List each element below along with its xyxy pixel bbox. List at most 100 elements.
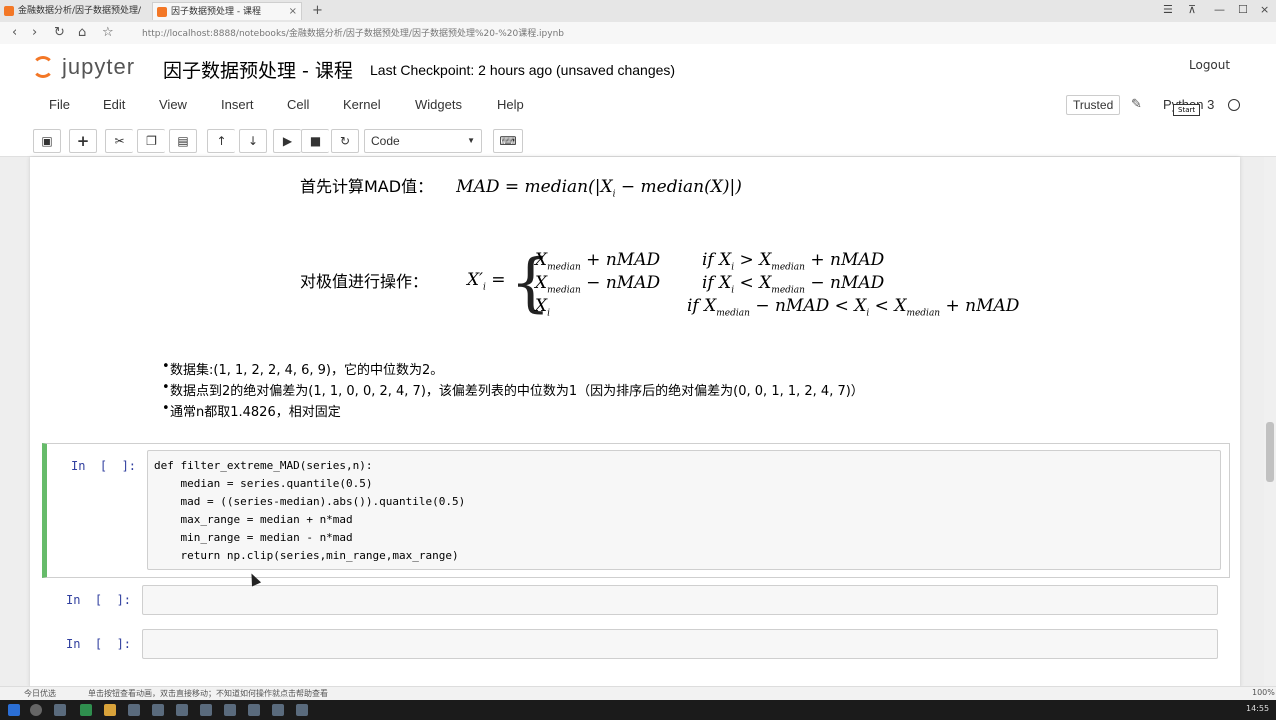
menu-insert[interactable]: Insert (221, 97, 254, 112)
code-editor[interactable] (142, 629, 1218, 659)
browser-icon[interactable] (80, 704, 92, 716)
browser-tab-bar: 金融数据分析/因子数据预处理/ 因子数据预处理 - 课程 × + ☰ ⊼ — ☐… (0, 0, 1276, 23)
restart-icon: ↻ (339, 134, 351, 148)
code-editor[interactable] (142, 585, 1218, 615)
code-cell[interactable]: In [ ]: (42, 584, 1224, 620)
menu-help[interactable]: Help (497, 97, 524, 112)
bullet-item: 数据集:(1, 1, 2, 2, 4, 6, 9)，它的中位数为2。 (162, 359, 443, 378)
home-icon[interactable]: ⌂ (78, 25, 86, 40)
cell-type-value: Code (371, 134, 400, 148)
jupyter-header: jupyter 因子数据预处理 - 课程 Last Checkpoint: 2 … (0, 44, 1276, 92)
start-badge[interactable]: Start (1173, 104, 1201, 116)
case-3-expr: Xi (535, 296, 550, 319)
browser-tab-1[interactable]: 金融数据分析/因子数据预处理/ (0, 2, 150, 20)
maximize-icon[interactable]: ☐ (1238, 3, 1248, 16)
status-left[interactable]: 今日优选 (24, 688, 56, 699)
lhs-formula: X′i = (467, 270, 506, 293)
case-3-condition: if Xmedian − nMAD < Xi < Xmedian + nMAD (687, 296, 1020, 319)
cell-type-select[interactable]: Code ▼ (364, 129, 482, 153)
menu-cell[interactable]: Cell (287, 97, 309, 112)
pin-icon[interactable]: ⊼ (1188, 3, 1196, 16)
scrollbar-thumb[interactable] (1266, 422, 1274, 482)
page-scrollbar[interactable] (1264, 157, 1276, 687)
jupyter-favicon-icon (4, 6, 14, 16)
app-icon[interactable] (128, 704, 140, 716)
add-cell-button[interactable]: + (69, 129, 97, 153)
app-icon[interactable] (272, 704, 284, 716)
restart-button[interactable]: ↻ (331, 129, 359, 153)
bullet-item: 通常n都取1.4826，相对固定 (162, 401, 341, 420)
app-icon[interactable] (152, 704, 164, 716)
back-icon[interactable]: ‹ (12, 25, 17, 40)
add-cell-icon: + (76, 132, 90, 150)
stop-icon: ■ (309, 134, 322, 148)
case-2-condition: if Xi < Xmedian − nMAD (702, 273, 885, 296)
url-field[interactable]: http://localhost:8888/notebooks/金融数据分析/因… (142, 26, 564, 39)
app-icon[interactable] (296, 704, 308, 716)
run-button[interactable]: ▶ (273, 129, 301, 153)
menu-view[interactable]: View (159, 97, 187, 112)
tab-label: 因子数据预处理 - 课程 (171, 7, 261, 17)
mad-line: 首先计算MAD值： MAD = median(|Xi − median(X)|) (300, 173, 742, 199)
paste-button[interactable]: ▤ (169, 129, 197, 153)
code-line: max_range = median + n*mad (154, 513, 353, 526)
clock[interactable]: 14:55 (1246, 704, 1269, 713)
case-1-expr: Xmedian + nMAD (535, 250, 661, 273)
menu-widgets[interactable]: Widgets (415, 97, 462, 112)
start-menu-icon[interactable] (8, 704, 20, 716)
minimize-icon[interactable]: — (1214, 3, 1225, 16)
code-line: def filter_extreme_MAD(series,n): (154, 459, 373, 472)
save-button[interactable]: ▣ (33, 129, 61, 153)
menubar: File Edit View Insert Cell Kernel Widget… (0, 92, 1276, 120)
code-line: median = series.quantile(0.5) (154, 477, 373, 490)
run-icon: ▶ (282, 134, 293, 148)
new-tab-button[interactable]: + (312, 2, 323, 20)
cut-button[interactable]: ✂ (105, 129, 133, 153)
close-window-icon[interactable]: × (1260, 3, 1269, 16)
task-view-icon[interactable] (54, 704, 66, 716)
bookmark-star-icon[interactable]: ☆ (102, 25, 114, 40)
tab-label: 金融数据分析/因子数据预处理/ (18, 6, 142, 16)
extreme-label: 对极值进行操作： (300, 272, 429, 291)
menu-kernel[interactable]: Kernel (343, 97, 381, 112)
app-icon[interactable] (200, 704, 212, 716)
code-cell[interactable]: In [ ]: (42, 628, 1224, 664)
checkpoint-status: Last Checkpoint: 2 hours ago (unsaved ch… (370, 62, 676, 78)
app-icon[interactable] (248, 704, 260, 716)
mad-formula: MAD = median(|Xi − median(X)|) (456, 177, 742, 200)
code-line: mad = ((series-median).abs()).quantile(0… (154, 495, 466, 508)
cell-prompt: In [ ]: (66, 593, 132, 607)
notebook-title[interactable]: 因子数据预处理 - 课程 (163, 56, 353, 83)
command-palette-button[interactable]: ⌨ (493, 129, 523, 153)
folder-icon[interactable] (104, 704, 116, 716)
code-line: return np.clip(series,min_range,max_rang… (154, 549, 459, 562)
move-up-button[interactable]: ↑ (207, 129, 235, 153)
cell-prompt: In [ ]: (71, 459, 137, 473)
interrupt-button[interactable]: ■ (301, 129, 329, 153)
browser-tab-2[interactable]: 因子数据预处理 - 课程 × (152, 2, 302, 20)
app-icon[interactable] (224, 704, 236, 716)
code-line: min_range = median - n*mad (154, 531, 353, 544)
refresh-icon[interactable]: ↻ (54, 25, 65, 40)
copy-button[interactable]: ❐ (137, 129, 165, 153)
zoom-level[interactable]: 100% (1252, 688, 1275, 697)
move-down-button[interactable]: ↓ (239, 129, 267, 153)
address-bar: ‹ › ↻ ⌂ ☆ http://localhost:8888/notebook… (0, 22, 1276, 44)
menu-icon[interactable]: ☰ (1163, 3, 1173, 16)
trusted-indicator[interactable]: Trusted (1066, 95, 1121, 115)
menu-edit[interactable]: Edit (103, 97, 125, 112)
forward-icon[interactable]: › (32, 25, 37, 40)
edit-mode-pencil-icon: ✎ (1131, 97, 1142, 112)
menu-file[interactable]: File (49, 97, 70, 112)
close-tab-icon[interactable]: × (289, 3, 297, 20)
jupyter-logo[interactable]: jupyter (30, 52, 150, 82)
mad-label: 首先计算MAD值： (300, 177, 434, 196)
app-icon[interactable] (176, 704, 188, 716)
logout-button[interactable]: Logout (1183, 56, 1236, 74)
copy-icon: ❐ (146, 134, 157, 148)
code-cell-selected[interactable]: In [ ]: def filter_extreme_MAD(series,n)… (42, 443, 1230, 578)
os-taskbar: 14:55 (0, 700, 1276, 720)
paste-icon: ▤ (177, 134, 189, 148)
code-editor[interactable]: def filter_extreme_MAD(series,n): median… (147, 450, 1221, 570)
search-icon[interactable] (30, 704, 42, 716)
